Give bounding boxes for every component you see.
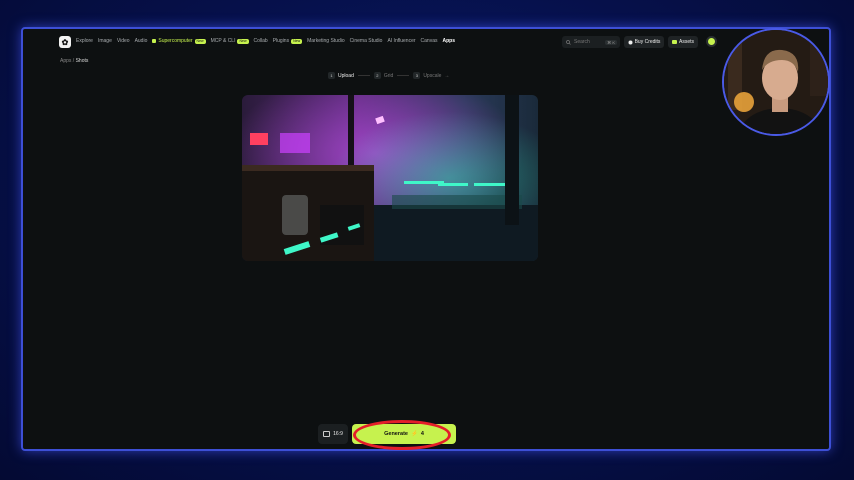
- webcam-overlay: [722, 28, 830, 136]
- generate-label: Generate: [384, 431, 408, 437]
- app-logo[interactable]: ✿: [59, 36, 71, 48]
- search-icon: [566, 39, 571, 45]
- nav-label: MCP & CLI: [210, 38, 236, 44]
- generate-cost: 4: [420, 431, 424, 437]
- step-number: 1: [328, 72, 335, 79]
- credits-icon: [628, 40, 633, 44]
- new-badge: New: [291, 38, 303, 44]
- logo-icon: ✿: [61, 37, 69, 47]
- nav-apps[interactable]: Apps: [442, 38, 455, 44]
- nav-label: Plugins: [272, 38, 290, 44]
- step-number: 2: [373, 72, 381, 79]
- nav-links: Explore Image Video Audio Supercomputer N…: [76, 38, 455, 44]
- assets-button[interactable]: Assets: [668, 36, 698, 48]
- nav-label: Image: [97, 38, 112, 44]
- nav-canvas[interactable]: Canvas: [421, 38, 438, 44]
- new-badge: New: [194, 38, 206, 44]
- arrow-right-icon: →: [444, 72, 450, 79]
- app-window: ✿ Explore Image Video Audio Supercompute…: [21, 27, 831, 451]
- generate-button[interactable]: Generate ⚡ 4: [352, 424, 456, 444]
- nav-collab[interactable]: Collab: [254, 38, 268, 44]
- nav-label: Supercomputer: [158, 38, 193, 44]
- nav-ai-influencer[interactable]: AI Influencer: [387, 38, 415, 44]
- nav-image[interactable]: Image: [98, 38, 112, 44]
- supercomputer-icon: [152, 39, 157, 43]
- nav-mcp-cli[interactable]: MCP & CLI New: [211, 38, 249, 44]
- aspect-ratio-button[interactable]: 16:9: [318, 424, 348, 444]
- nav-label: Apps: [442, 38, 455, 44]
- step-divider: [357, 75, 370, 76]
- nav-marketing-studio[interactable]: Marketing Studio: [307, 38, 345, 44]
- search-shortcut: ⌘ K: [605, 39, 617, 45]
- nav-label: AI Influencer: [387, 38, 416, 44]
- nav-label: Audio: [134, 38, 148, 44]
- nav-audio[interactable]: Audio: [135, 38, 148, 44]
- breadcrumb-parent[interactable]: Apps: [60, 58, 71, 64]
- breadcrumb-current: Shots: [75, 58, 89, 64]
- step-label: Upscale: [423, 72, 442, 79]
- nav-plugins[interactable]: Plugins New: [272, 38, 303, 44]
- lightning-icon: ⚡: [410, 431, 418, 437]
- nav-video[interactable]: Video: [117, 38, 130, 44]
- nav-label: Canvas: [420, 38, 438, 44]
- search-input[interactable]: Search ⌘ K: [562, 36, 620, 48]
- step-indicator: 1 Upload 2 Grid 3 Upscale →: [328, 72, 449, 79]
- step-number: 3: [413, 72, 421, 79]
- buy-credits-label: Buy Credits: [634, 39, 661, 45]
- step-upload[interactable]: 1 Upload: [328, 72, 354, 79]
- step-label: Upload: [338, 72, 354, 79]
- assets-label: Assets: [678, 39, 694, 45]
- neon-bar-scene-image: [242, 95, 538, 261]
- nav-cinema-studio[interactable]: Cinema Studio: [350, 38, 383, 44]
- nav-label: Video: [116, 38, 130, 44]
- new-badge: New: [237, 38, 249, 44]
- step-upscale[interactable]: 3 Upscale →: [413, 72, 449, 79]
- nav-label: Explore: [76, 38, 93, 44]
- buy-credits-button[interactable]: Buy Credits: [624, 36, 664, 48]
- aspect-ratio-value: 16:9: [333, 431, 343, 437]
- bottom-toolbar: 16:9 Generate ⚡ 4: [318, 424, 456, 444]
- nav-label: Marketing Studio: [307, 38, 345, 44]
- step-grid[interactable]: 2 Grid: [373, 72, 394, 79]
- nav-supercomputer[interactable]: Supercomputer New: [152, 38, 206, 44]
- top-nav: ✿ Explore Image Video Audio Supercompute…: [23, 29, 829, 55]
- presenter-image: [724, 30, 828, 134]
- assets-icon: [671, 40, 677, 44]
- nav-label: Collab: [253, 38, 268, 44]
- nav-label: Cinema Studio: [349, 38, 383, 44]
- user-avatar[interactable]: [706, 36, 717, 47]
- step-label: Grid: [383, 72, 394, 79]
- breadcrumb: Apps / Shots: [60, 58, 88, 64]
- aspect-ratio-icon: [323, 431, 331, 437]
- breadcrumb-separator: /: [72, 58, 75, 64]
- step-divider: [397, 75, 410, 76]
- uploaded-image-preview[interactable]: [242, 95, 538, 261]
- search-placeholder: Search: [574, 39, 590, 45]
- nav-explore[interactable]: Explore: [76, 38, 93, 44]
